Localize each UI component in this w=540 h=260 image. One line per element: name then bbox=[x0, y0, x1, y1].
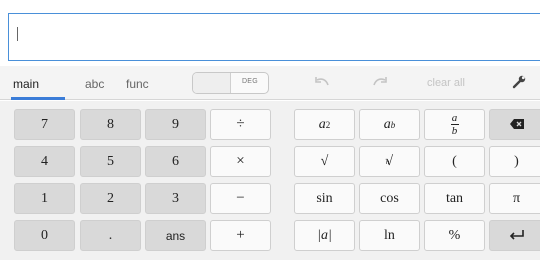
key-7[interactable]: 7 bbox=[14, 109, 75, 140]
key-ln[interactable]: ln bbox=[359, 220, 420, 251]
tab-abc[interactable]: abc bbox=[85, 77, 104, 91]
key-9[interactable]: 9 bbox=[145, 109, 206, 140]
key-1[interactable]: 1 bbox=[14, 183, 75, 214]
key-power[interactable]: ab bbox=[359, 109, 420, 140]
wrench-icon[interactable] bbox=[512, 75, 526, 89]
undo-arrow-icon[interactable] bbox=[313, 74, 331, 91]
key-fraction[interactable]: a b bbox=[424, 109, 485, 140]
toggle-label: DEG bbox=[241, 78, 259, 85]
key-subtract[interactable]: − bbox=[210, 183, 271, 214]
key-multiply[interactable]: × bbox=[210, 146, 271, 177]
key-2[interactable]: 2 bbox=[80, 183, 141, 214]
key-cos[interactable]: cos bbox=[359, 183, 420, 214]
enter-key[interactable] bbox=[489, 220, 540, 251]
key-4[interactable]: 4 bbox=[14, 146, 75, 177]
key-sin[interactable]: sin bbox=[294, 183, 355, 214]
keypad-toolbar: main abc func DEG clear all bbox=[0, 66, 540, 100]
key-sqrt[interactable]: √ bbox=[294, 146, 355, 177]
text-caret bbox=[17, 27, 18, 41]
degree-radian-toggle[interactable]: DEG bbox=[192, 72, 269, 94]
key-divide[interactable]: ÷ bbox=[210, 109, 271, 140]
key-tan[interactable]: tan bbox=[424, 183, 485, 214]
key-8[interactable]: 8 bbox=[80, 109, 141, 140]
toggle-knob bbox=[193, 73, 231, 93]
key-add[interactable]: + bbox=[210, 220, 271, 251]
enter-arrow-icon bbox=[509, 228, 525, 243]
key-3[interactable]: 3 bbox=[145, 183, 206, 214]
key-5[interactable]: 5 bbox=[80, 146, 141, 177]
key-right-paren[interactable]: ) bbox=[489, 146, 540, 177]
key-square[interactable]: a2 bbox=[294, 109, 355, 140]
key-left-paren[interactable]: ( bbox=[424, 146, 485, 177]
key-percent[interactable]: % bbox=[424, 220, 485, 251]
redo-arrow-icon[interactable] bbox=[371, 74, 389, 91]
keypad: 7 8 9 ÷ a2 ab a b 4 5 6 × √ n √ ( ) 1 2 3… bbox=[0, 101, 540, 260]
backspace-icon bbox=[509, 117, 524, 132]
key-ans[interactable]: ans bbox=[145, 220, 206, 251]
key-pi[interactable]: π bbox=[489, 183, 540, 214]
expression-input[interactable] bbox=[8, 13, 540, 61]
tab-func[interactable]: func bbox=[126, 77, 149, 91]
active-tab-indicator bbox=[11, 97, 65, 100]
key-decimal[interactable]: . bbox=[80, 220, 141, 251]
tab-main[interactable]: main bbox=[13, 77, 39, 91]
key-0[interactable]: 0 bbox=[14, 220, 75, 251]
key-nth-root[interactable]: n √ bbox=[359, 146, 420, 177]
backspace-key[interactable] bbox=[489, 109, 540, 140]
key-6[interactable]: 6 bbox=[145, 146, 206, 177]
clear-all-button[interactable]: clear all bbox=[427, 77, 465, 89]
key-abs[interactable]: |a| bbox=[294, 220, 355, 251]
